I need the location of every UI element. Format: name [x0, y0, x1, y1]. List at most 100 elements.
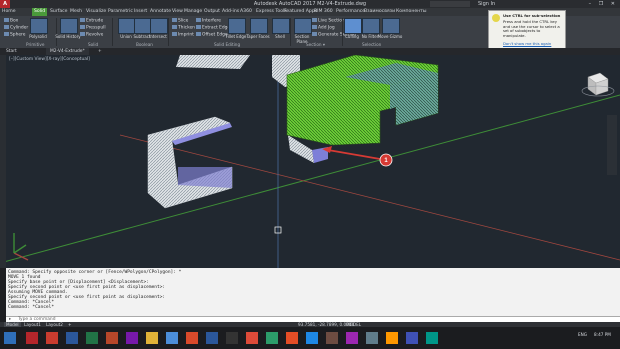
- no-filter-button[interactable]: [362, 18, 380, 34]
- app-icon[interactable]: [386, 332, 398, 344]
- app-icon[interactable]: [206, 332, 218, 344]
- move-gizmo-button[interactable]: [382, 18, 400, 34]
- app-icon[interactable]: [286, 332, 298, 344]
- tab-insert[interactable]: Insert: [134, 8, 147, 16]
- solid-history-button[interactable]: [60, 18, 78, 34]
- app-icon[interactable]: [146, 332, 158, 344]
- group-solid-editing: Solid Editing: [214, 42, 241, 47]
- file-tab-drawing[interactable]: M2-V4-Extrude*: [46, 48, 89, 55]
- extract-edges-button[interactable]: Extract Edges: [196, 25, 232, 31]
- tab-output[interactable]: Output: [204, 8, 220, 16]
- tab-performance[interactable]: Performance: [336, 8, 365, 16]
- divider: [56, 18, 57, 46]
- tab-view[interactable]: View: [172, 8, 183, 16]
- tab-home[interactable]: Home: [2, 8, 16, 16]
- new-tab-button[interactable]: +: [98, 48, 102, 55]
- search-box[interactable]: [430, 1, 470, 7]
- tab-parametric[interactable]: Parametric: [108, 8, 133, 16]
- app-icon[interactable]: [426, 332, 438, 344]
- cylinder-button[interactable]: Cylinder: [4, 25, 28, 31]
- polysolid-button[interactable]: [30, 18, 48, 34]
- tab-connections[interactable]: Взаимосвязи: [364, 8, 395, 16]
- add-jog-button[interactable]: Add Jog: [312, 25, 335, 31]
- move-gizmo-label: Move Gizmo: [377, 34, 403, 39]
- sign-in-button[interactable]: Sign In: [478, 0, 495, 8]
- tab-visualize[interactable]: Visualize: [86, 8, 106, 16]
- group-primitive: Primitive: [26, 42, 45, 47]
- imprint-icon: [172, 32, 177, 36]
- live-section-button[interactable]: Live Section: [312, 18, 345, 24]
- thicken-button[interactable]: Thicken: [172, 25, 195, 31]
- box-button[interactable]: Box: [4, 18, 18, 24]
- presspull-button[interactable]: Presspull: [80, 25, 106, 31]
- tab-solid[interactable]: Solid: [32, 8, 48, 16]
- shell-button[interactable]: [272, 18, 290, 34]
- window-controls[interactable]: – ❐ ✕: [589, 0, 618, 8]
- annotation-arrow: [327, 149, 381, 160]
- start-icon[interactable]: [4, 332, 16, 344]
- app-icon[interactable]: [106, 332, 118, 344]
- app-icon[interactable]: [346, 332, 358, 344]
- top-left-solid[interactable]: [176, 55, 250, 69]
- autocad-logo[interactable]: A: [0, 0, 10, 8]
- thicken-icon: [172, 25, 177, 29]
- tab-components[interactable]: Компоненты: [396, 8, 427, 16]
- divider: [342, 18, 343, 46]
- app-icon[interactable]: [66, 332, 78, 344]
- imprint-button[interactable]: Imprint: [172, 32, 194, 38]
- tab-bim360[interactable]: BIM 360: [314, 8, 333, 16]
- navigation-bar[interactable]: [607, 115, 617, 175]
- app-icon[interactable]: [326, 332, 338, 344]
- cylinder-icon: [4, 25, 9, 29]
- tab-featured-apps[interactable]: Featured Apps: [284, 8, 317, 16]
- app-icon[interactable]: [306, 332, 318, 344]
- tooltip-title: Use CTRL for sub-selection: [503, 13, 561, 18]
- section-plane-button[interactable]: [294, 18, 312, 34]
- revolve-button[interactable]: Revolve: [80, 32, 103, 38]
- app-icon[interactable]: [406, 332, 418, 344]
- file-tabs: Start M2-V4-Extrude* +: [0, 48, 620, 55]
- language-indicator[interactable]: ENG: [578, 332, 587, 337]
- title-bar: A Autodesk AutoCAD 2017 M2-V4-Extrude.dw…: [0, 0, 620, 8]
- app-icon[interactable]: [86, 332, 98, 344]
- tab-express-tools[interactable]: Express Tools: [256, 8, 287, 16]
- offset-edge-icon: [196, 32, 201, 36]
- app-icon[interactable]: [26, 332, 38, 344]
- app-icon[interactable]: [126, 332, 138, 344]
- app-icon[interactable]: [166, 332, 178, 344]
- tab-surface[interactable]: Surface: [50, 8, 68, 16]
- generate-section-icon: [312, 32, 317, 36]
- tab-annotate[interactable]: Annotate: [150, 8, 171, 16]
- tab-manage[interactable]: Manage: [184, 8, 202, 16]
- live-section-icon: [312, 18, 317, 22]
- fillet-edge-button[interactable]: [228, 18, 246, 34]
- add-jog-icon: [312, 25, 317, 29]
- properties-palette-strip[interactable]: [0, 55, 6, 268]
- interfere-button[interactable]: Interfere: [196, 18, 221, 24]
- app-icon[interactable]: [366, 332, 378, 344]
- sphere-button[interactable]: Sphere: [4, 32, 25, 38]
- slice-button[interactable]: Slice: [172, 18, 188, 24]
- file-tab-start[interactable]: Start: [6, 48, 17, 55]
- app-icon[interactable]: [186, 332, 198, 344]
- clock[interactable]: 8:47 PM: [594, 332, 611, 337]
- dont-show-link[interactable]: Don't show me this again: [503, 41, 551, 47]
- culling-button[interactable]: [344, 18, 362, 34]
- viewport-controls[interactable]: [–][Custom View][X-ray][Conceptual]: [9, 57, 90, 62]
- sphere-icon: [4, 32, 9, 36]
- drawing-viewport[interactable]: 1 [–][Custom View][X-ray][Conceptual]: [0, 55, 620, 268]
- view-cube[interactable]: [581, 72, 615, 97]
- window-title: Autodesk AutoCAD 2017 M2-V4-Extrude.dwg: [253, 1, 367, 7]
- app-icon[interactable]: [46, 332, 58, 344]
- tab-a360[interactable]: A360: [240, 8, 252, 16]
- intersect-button[interactable]: [150, 18, 168, 34]
- polysolid-label: Polysolid: [29, 34, 47, 39]
- taper-faces-button[interactable]: [250, 18, 268, 34]
- app-icon[interactable]: [246, 332, 258, 344]
- tab-mesh[interactable]: Mesh: [70, 8, 82, 16]
- tab-add-ins[interactable]: Add-ins: [222, 8, 239, 16]
- slice-icon: [172, 18, 177, 22]
- app-icon[interactable]: [266, 332, 278, 344]
- extrude-button[interactable]: Extrude: [80, 18, 103, 24]
- app-icon[interactable]: [226, 332, 238, 344]
